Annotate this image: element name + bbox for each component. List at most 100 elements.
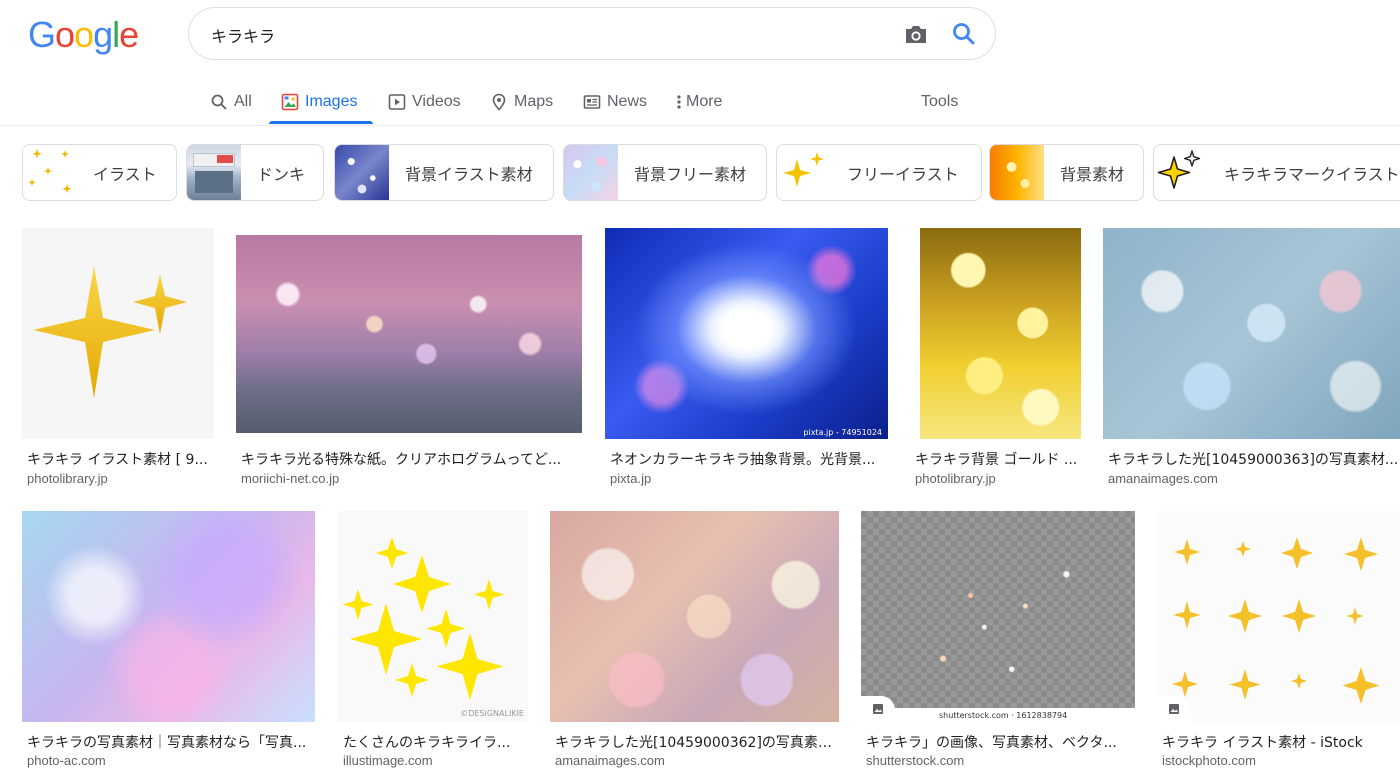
play-icon (388, 93, 406, 111)
result-source: photo-ac.com (27, 753, 106, 768)
image-result[interactable]: キラキラの写真素材｜写真素材なら「写真... photo-ac.com (22, 511, 315, 770)
result-title[interactable]: キラキラ イラスト素材 - iStock (1162, 732, 1400, 752)
logo-letter: l (112, 14, 120, 55)
google-logo[interactable]: Google (28, 14, 139, 56)
result-source: photolibrary.jp (27, 471, 108, 486)
chip-illust[interactable]: イラスト (22, 144, 177, 201)
result-source: istockphoto.com (1162, 753, 1256, 768)
result-source: amanaimages.com (555, 753, 665, 768)
chip-label: 背景素材 (1060, 164, 1125, 184)
chip-thumbnail (23, 145, 77, 200)
tab-label: More (686, 93, 723, 110)
search-input[interactable] (211, 23, 871, 47)
result-thumbnail[interactable]: ©DESIGNALIKIE (338, 511, 528, 722)
chip-sparkle-mark-illust[interactable]: キラキラマークイラスト (1153, 144, 1400, 201)
chip-label: キラキラマークイラスト (1224, 164, 1400, 184)
logo-letter: e (119, 14, 139, 55)
result-source: amanaimages.com (1108, 471, 1218, 486)
chip-free-illust[interactable]: フリーイラスト (776, 144, 982, 201)
tab-label: All (234, 93, 252, 110)
chip-thumbnail (335, 145, 389, 200)
chip-donki[interactable]: ドンキ (186, 144, 324, 201)
tab-label: News (607, 93, 648, 110)
result-thumbnail[interactable] (236, 235, 582, 433)
logo-letter: G (28, 14, 56, 55)
image-result[interactable]: キラキラ背景 ゴールド ... photolibrary.jp (910, 228, 1081, 490)
tab-more[interactable]: More (674, 80, 722, 124)
result-thumbnail[interactable] (1103, 228, 1400, 439)
result-source: photolibrary.jp (915, 471, 996, 486)
tab-label: Videos (412, 93, 461, 110)
tab-news[interactable]: News (583, 80, 647, 124)
image-result[interactable]: キラキラ イラスト素材 - iStock istockphoto.com (1157, 511, 1400, 770)
search-icon (210, 93, 228, 111)
chip-label: 背景フリー素材 (634, 164, 747, 184)
related-searches-chips: イラスト ドンキ 背景イラスト素材 背景フリー素材 フリーイラスト 背景素材 キ… (0, 144, 1400, 202)
result-title[interactable]: キラキラ」の画像、写真素材、ベクタ... (866, 732, 1134, 752)
chip-thumbnail (777, 145, 831, 200)
image-result[interactable]: pixta.jp - 74951024 ネオンカラーキラキラ抽象背景。光背景..… (605, 228, 888, 490)
result-title[interactable]: キラキラ背景 ゴールド ... (915, 449, 1080, 469)
result-source: shutterstock.com (866, 753, 965, 768)
image-result[interactable]: キラキラした光[10459000362]の写真素材... amanaimages… (550, 511, 839, 770)
chip-label: 背景イラスト素材 (405, 164, 533, 184)
search-tabs: All Images Videos Maps News More Tools (0, 80, 1400, 126)
result-title[interactable]: たくさんのキラキライラ... (343, 732, 525, 752)
chip-thumbnail (1154, 145, 1208, 200)
result-source: pixta.jp (610, 471, 652, 486)
chip-background-illust[interactable]: 背景イラスト素材 (334, 144, 554, 201)
logo-letter: o (55, 14, 75, 55)
search-box (188, 7, 996, 60)
search-icon[interactable] (951, 21, 977, 47)
tools-button[interactable]: Tools (921, 80, 958, 124)
more-vert-icon (674, 93, 684, 111)
chip-thumbnail (990, 145, 1044, 200)
image-badge-icon (861, 696, 895, 722)
image-result[interactable]: キラキラ イラスト素材 [ 9... photolibrary.jp (22, 228, 214, 490)
logo-letter: g (93, 14, 113, 55)
chip-thumbnail (187, 145, 241, 200)
result-title[interactable]: キラキラ光る特殊な紙。クリアホログラムってど... (241, 449, 581, 469)
image-result[interactable]: キラキラした光[10459000363]の写真素材... amanaimages… (1103, 228, 1400, 490)
result-watermark: shutterstock.com · 1612838794 (939, 711, 1068, 720)
result-title[interactable]: キラキラの写真素材｜写真素材なら「写真... (27, 732, 315, 752)
tab-label: Maps (514, 93, 554, 110)
result-thumbnail[interactable] (550, 511, 839, 722)
logo-letter: o (74, 14, 94, 55)
result-title[interactable]: ネオンカラーキラキラ抽象背景。光背景... (610, 449, 887, 469)
map-pin-icon (490, 93, 508, 111)
result-source: moriichi-net.co.jp (241, 471, 340, 486)
image-icon (281, 93, 299, 111)
tools-label: Tools (921, 93, 959, 110)
news-icon (583, 93, 601, 111)
result-watermark: ©DESIGNALIKIE (460, 709, 524, 718)
chip-background-material[interactable]: 背景素材 (989, 144, 1144, 201)
result-title[interactable]: キラキラ イラスト素材 [ 9... (27, 449, 212, 469)
tab-all[interactable]: All (210, 80, 252, 124)
result-thumbnail[interactable] (920, 228, 1081, 439)
tab-label: Images (305, 93, 358, 110)
result-thumbnail[interactable] (22, 511, 315, 722)
image-badge-icon (1157, 696, 1191, 722)
result-source: illustimage.com (343, 753, 433, 768)
chip-thumbnail (564, 145, 618, 200)
result-title[interactable]: キラキラした光[10459000363]の写真素材... (1108, 449, 1400, 469)
chip-label: ドンキ (257, 164, 306, 184)
result-thumbnail[interactable] (1157, 511, 1400, 722)
result-thumbnail[interactable]: shutterstock.com · 1612838794 (861, 511, 1135, 722)
image-result[interactable]: ©DESIGNALIKIE たくさんのキラキライラ... illustimage… (338, 511, 528, 770)
chip-background-free[interactable]: 背景フリー素材 (563, 144, 767, 201)
camera-icon[interactable] (903, 22, 929, 46)
image-result[interactable]: shutterstock.com · 1612838794 キラキラ」の画像、写… (861, 511, 1135, 770)
tab-images[interactable]: Images (281, 80, 357, 124)
result-thumbnail[interactable]: pixta.jp - 74951024 (605, 228, 888, 439)
image-result[interactable]: キラキラ光る特殊な紙。クリアホログラムってど... moriichi-net.c… (236, 228, 582, 490)
result-watermark: pixta.jp - 74951024 (803, 428, 882, 437)
chip-label: フリーイラスト (847, 164, 959, 184)
result-thumbnail[interactable] (22, 228, 214, 439)
chip-label: イラスト (93, 164, 157, 184)
active-tab-indicator (269, 121, 373, 124)
tab-videos[interactable]: Videos (388, 80, 461, 124)
tab-maps[interactable]: Maps (490, 80, 553, 124)
result-title[interactable]: キラキラした光[10459000362]の写真素材... (555, 732, 839, 752)
